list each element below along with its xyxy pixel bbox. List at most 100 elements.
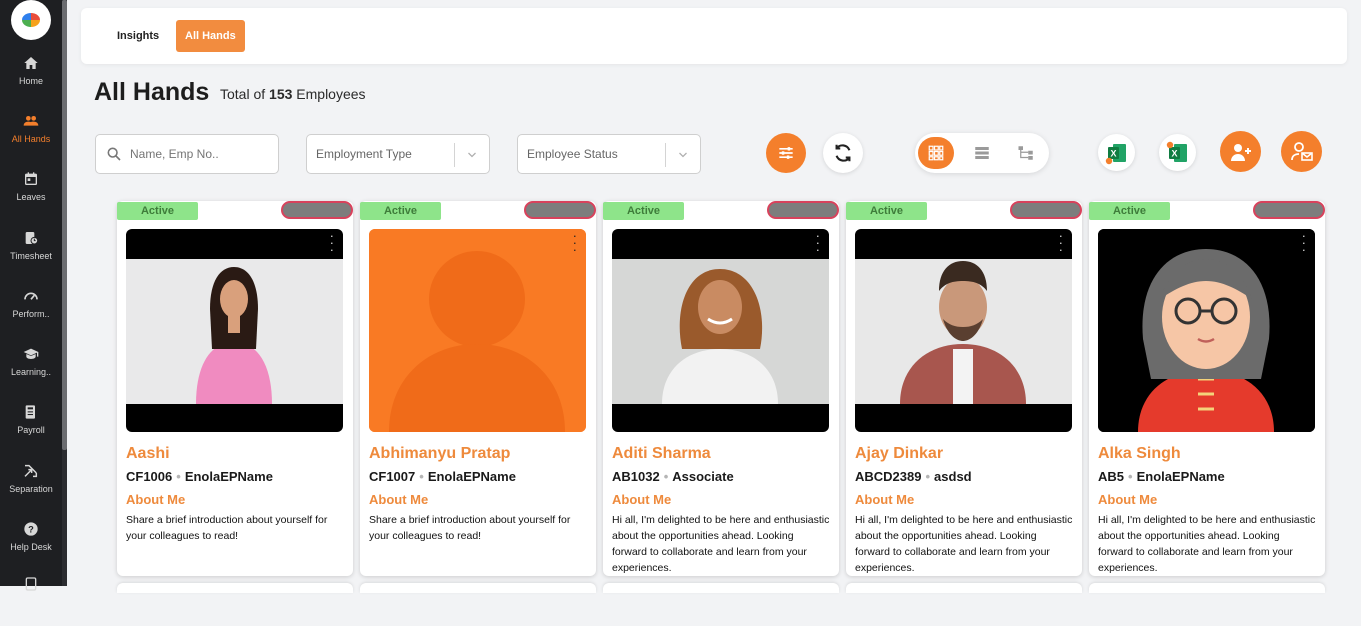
sidebar-item-label: Leaves xyxy=(16,192,46,202)
separation-arrows-icon xyxy=(24,464,38,478)
employee-status-placeholder: Employee Status xyxy=(527,147,618,161)
home-icon xyxy=(24,57,38,69)
employee-name[interactable]: Ajay Dinkar xyxy=(855,445,943,463)
status-badge: Active xyxy=(360,202,441,220)
avatar-placeholder-icon xyxy=(369,229,586,432)
sidebar-item-label: Learning.. xyxy=(10,367,52,377)
about-me-label: About Me xyxy=(855,492,915,507)
document-icon xyxy=(25,577,37,591)
employee-id: CF1006 xyxy=(126,469,173,484)
employee-designation: EnolaEPName xyxy=(1136,469,1225,484)
excel-upload-icon: X xyxy=(1166,141,1187,162)
excel-download-button[interactable]: X xyxy=(1098,134,1135,171)
sidebar-item-label: Separation xyxy=(9,484,53,494)
add-employee-button[interactable] xyxy=(1220,131,1261,172)
separator-dot: • xyxy=(1128,469,1133,484)
employee-meta: AB1032 • Associate xyxy=(612,469,734,484)
employee-meta: CF1006 • EnolaEPName xyxy=(126,469,273,484)
employee-photo: · · · xyxy=(855,229,1072,432)
about-me-label: About Me xyxy=(1098,492,1158,507)
more-options-icon[interactable]: · · · xyxy=(1302,229,1306,256)
invite-employee-button[interactable] xyxy=(1281,131,1322,172)
list-icon xyxy=(975,147,989,159)
employee-designation: EnolaEPName xyxy=(184,469,273,484)
sidebar: Home All Hands Leaves Timesheet Perform.… xyxy=(0,0,62,591)
separator-dot: • xyxy=(925,469,931,484)
next-row-card xyxy=(1089,583,1325,593)
view-toggle xyxy=(915,133,1049,173)
employee-id: AB1032 xyxy=(612,469,660,484)
next-row-card xyxy=(603,583,839,593)
page-title: All Hands xyxy=(94,78,210,106)
next-row-card xyxy=(360,583,596,593)
employee-card[interactable]: Active · · · Alka Singh AB5 • EnolaEPName Ab… xyxy=(1089,201,1325,576)
employee-designation: asdsd xyxy=(934,469,972,484)
employment-type-select[interactable]: Employment Type xyxy=(306,134,490,174)
employee-card[interactable]: Active · · · Aditi Sharma AB1032 • Associate… xyxy=(603,201,839,576)
tab-insights[interactable]: Insights xyxy=(108,20,168,52)
card-tag-pill xyxy=(1253,201,1325,219)
search-box[interactable] xyxy=(95,134,279,174)
employee-name[interactable]: Alka Singh xyxy=(1098,445,1181,463)
org-chart-view-button[interactable] xyxy=(1008,137,1044,169)
card-tag-pill xyxy=(524,201,596,219)
org-chart-icon xyxy=(1018,146,1033,160)
more-options-icon[interactable]: · · · xyxy=(330,229,334,256)
sidebar-item-label: Perform.. xyxy=(12,309,50,319)
sidebar-item-leaves[interactable]: Leaves xyxy=(0,171,62,221)
grid-view-button[interactable] xyxy=(918,137,954,169)
help-icon: ? xyxy=(24,522,38,536)
status-badge: Active xyxy=(846,202,927,220)
employee-designation: EnolaEPName xyxy=(427,469,516,484)
refresh-button[interactable] xyxy=(823,133,863,173)
employee-photo-image xyxy=(612,259,829,404)
excel-upload-button[interactable]: X xyxy=(1159,134,1196,171)
sidebar-item-more[interactable] xyxy=(0,576,62,626)
employee-name[interactable]: Aditi Sharma xyxy=(612,445,711,463)
filter-button[interactable] xyxy=(766,133,806,173)
tab-bar: Insights All Hands xyxy=(81,8,1347,64)
tab-all-hands[interactable]: All Hands xyxy=(176,20,245,52)
excel-download-icon: X xyxy=(1105,143,1126,164)
sidebar-item-label: Help Desk xyxy=(10,542,52,552)
employee-name[interactable]: Abhimanyu Pratap xyxy=(369,445,510,463)
list-view-button[interactable] xyxy=(964,137,1000,169)
more-options-icon[interactable]: · · · xyxy=(816,229,820,256)
chevron-down-icon[interactable] xyxy=(466,149,478,161)
sidebar-item-performance[interactable]: Perform.. xyxy=(0,288,62,338)
people-icon xyxy=(23,116,39,126)
company-logo[interactable] xyxy=(11,0,51,40)
refresh-icon xyxy=(835,144,851,162)
employee-status-select[interactable]: Employee Status xyxy=(517,134,701,174)
employee-id: CF1007 xyxy=(369,469,416,484)
employee-name[interactable]: Aashi xyxy=(126,445,170,463)
next-row-card xyxy=(117,583,353,593)
employee-card[interactable]: Active · · · Abhimanyu Pratap CF1007 • Enola… xyxy=(360,201,596,576)
sidebar-item-learning[interactable]: Learning.. xyxy=(0,346,62,396)
sidebar-item-separation[interactable]: Separation xyxy=(0,463,62,513)
about-me-label: About Me xyxy=(126,492,186,507)
chevron-down-icon[interactable] xyxy=(677,149,689,161)
about-me-text: Hi all, I'm delighted to be here and ent… xyxy=(1098,514,1316,574)
svg-text:?: ? xyxy=(28,524,34,534)
more-options-icon[interactable]: · · · xyxy=(573,229,577,256)
employee-photo: · · · xyxy=(612,229,829,432)
employee-meta: ABCD2389 • asdsd xyxy=(855,469,972,484)
employee-card[interactable]: Active · · · Aashi CF1006 • EnolaEPName Abou… xyxy=(117,201,353,576)
timesheet-icon xyxy=(25,232,39,245)
employee-card[interactable]: Active · · · Ajay Dinkar ABCD2389 • asdsd Ab… xyxy=(846,201,1082,576)
employment-type-placeholder: Employment Type xyxy=(316,147,412,161)
calendar-icon xyxy=(25,172,37,185)
sidebar-item-label: Timesheet xyxy=(10,251,52,261)
gauge-icon xyxy=(24,292,38,300)
more-options-icon[interactable]: · · · xyxy=(1059,229,1063,256)
sidebar-item-timesheet[interactable]: Timesheet xyxy=(0,230,62,280)
sidebar-item-payroll[interactable]: Payroll xyxy=(0,404,62,454)
separator-dot: • xyxy=(663,469,669,484)
search-input[interactable] xyxy=(130,147,270,161)
separator-dot: • xyxy=(176,469,181,484)
sidebar-item-all-hands[interactable]: All Hands xyxy=(0,113,62,163)
sidebar-item-home[interactable]: Home xyxy=(0,55,62,105)
sidebar-item-help-desk[interactable]: ? Help Desk xyxy=(0,521,62,571)
about-me-text: Share a brief introduction about yoursel… xyxy=(126,514,328,542)
